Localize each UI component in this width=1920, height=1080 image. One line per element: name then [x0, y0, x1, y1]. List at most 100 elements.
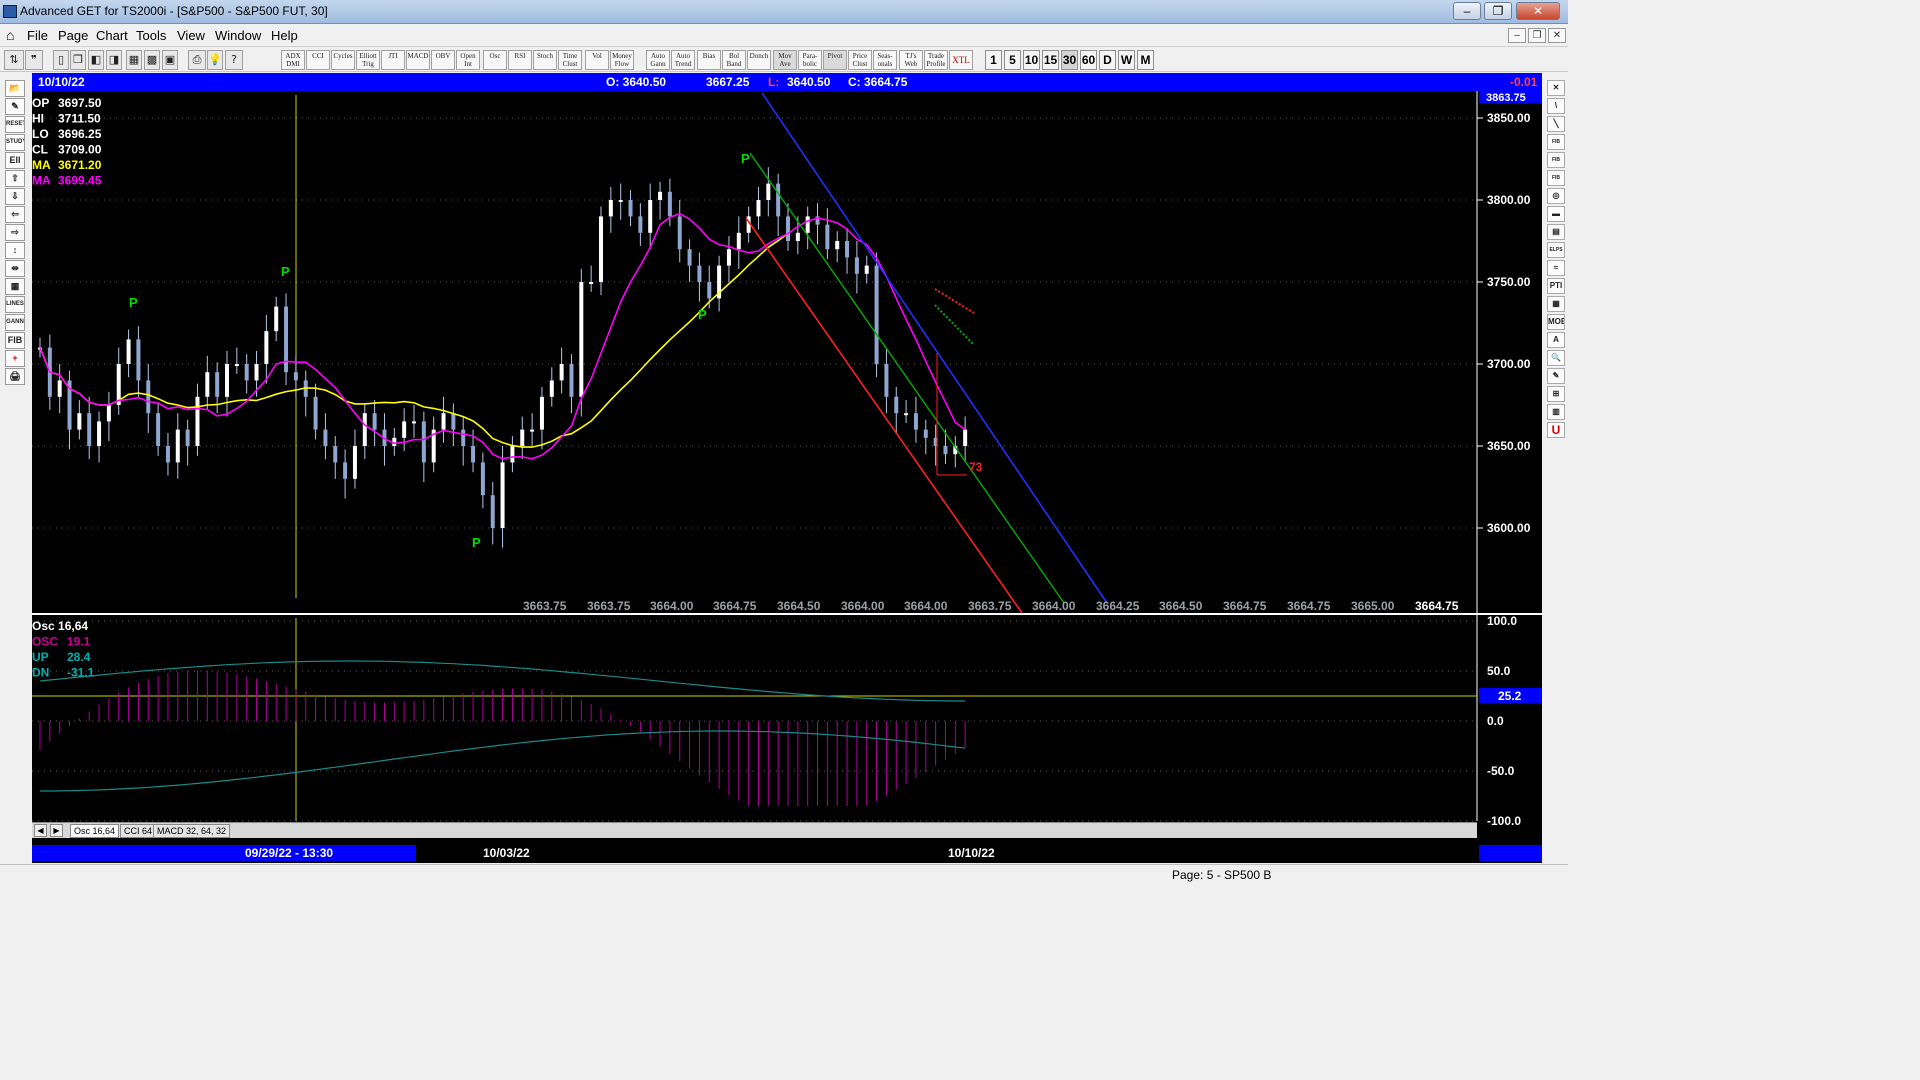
right-tool-7-icon[interactable]: ▬: [1547, 206, 1565, 222]
study-button-autogann[interactable]: Auto Gann: [646, 50, 670, 70]
right-tool-13-icon[interactable]: MOB: [1547, 314, 1565, 330]
right-tool-3-icon[interactable]: FIB RET: [1547, 134, 1565, 150]
left-tool-13-icon[interactable]: GANN: [5, 314, 25, 331]
right-tool-11-icon[interactable]: PTI: [1547, 278, 1565, 294]
study-button-jti[interactable]: JTI: [381, 50, 405, 70]
quote-tool-icon[interactable]: ❞: [25, 50, 43, 70]
timeframe-button-5[interactable]: 5: [1004, 50, 1021, 70]
left-tool-4-icon[interactable]: Ell: [5, 152, 25, 169]
timeframe-button-1[interactable]: 1: [985, 50, 1002, 70]
study-button-tjsweb[interactable]: TJ's Web: [899, 50, 923, 70]
left-tool-15-icon[interactable]: +: [5, 350, 25, 367]
minimize-button[interactable]: –: [1453, 2, 1481, 20]
timeframe-button-10[interactable]: 10: [1023, 50, 1040, 70]
left-tool-14-icon[interactable]: FIB: [5, 332, 25, 349]
study-button-donch[interactable]: Donch: [747, 50, 771, 70]
layout-icon[interactable]: ▣: [162, 50, 178, 70]
right-tool-10-icon[interactable]: ≈: [1547, 260, 1565, 276]
study-button-tradeprofile[interactable]: Trade Profile: [924, 50, 948, 70]
left-tool-8-icon[interactable]: ⇨: [5, 224, 25, 241]
study-button-timeclust[interactable]: Time Clust: [558, 50, 582, 70]
study-button-macd[interactable]: MACD: [406, 50, 430, 70]
left-tool-12-icon[interactable]: LINES: [5, 296, 25, 313]
menu-window[interactable]: Window: [215, 28, 261, 43]
timeframe-button-15[interactable]: 15: [1042, 50, 1059, 70]
menu-file[interactable]: File: [27, 28, 48, 43]
right-tool-2-icon[interactable]: ╲: [1547, 116, 1565, 132]
study-button-autotrend[interactable]: Auto Trend: [671, 50, 695, 70]
study-button-seasonals[interactable]: Seas-onals: [873, 50, 897, 70]
right-tool-6-icon[interactable]: ◎: [1547, 188, 1565, 204]
right-tool-1-icon[interactable]: \: [1547, 98, 1565, 114]
left-tool-6-icon[interactable]: ⇩: [5, 188, 25, 205]
chart-canvas[interactable]: 3850.00 3800.00 3750.00 3700.00 3650.00 3600.…: [32, 73, 1542, 863]
left-tool-9-icon[interactable]: ↕: [5, 242, 25, 259]
study-button-parabolic[interactable]: Para-bolic: [798, 50, 822, 70]
study-button-vol[interactable]: Vol: [585, 50, 609, 70]
study-button-openint[interactable]: Open Int: [456, 50, 480, 70]
study-button-obv[interactable]: OBV: [431, 50, 455, 70]
back-icon[interactable]: ◧: [88, 50, 104, 70]
left-tool-5-icon[interactable]: ⇧: [5, 170, 25, 187]
timeframe-button-w[interactable]: W: [1118, 50, 1135, 70]
study-button-stoch[interactable]: Stoch: [533, 50, 557, 70]
cursor-tool-icon[interactable]: ⇅: [4, 50, 24, 70]
left-tool-3-icon[interactable]: STUDY: [5, 134, 25, 151]
right-tool-4-icon[interactable]: FIB EXT: [1547, 152, 1565, 168]
help-bulb-icon[interactable]: 💡: [207, 50, 223, 70]
menu-help[interactable]: Help: [271, 28, 298, 43]
study-button-adxdmi[interactable]: ADX DMI: [281, 50, 305, 70]
study-button-cycles[interactable]: Cycles: [331, 50, 355, 70]
grid-icon[interactable]: ▦: [126, 50, 142, 70]
forward-icon[interactable]: ◨: [106, 50, 122, 70]
maximize-button[interactable]: ❐: [1484, 2, 1512, 20]
study-button-elliotttrig[interactable]: Elliott Trig: [356, 50, 380, 70]
timeframe-button-d[interactable]: D: [1099, 50, 1116, 70]
left-tool-7-icon[interactable]: ⇦: [5, 206, 25, 223]
tab-cci[interactable]: CCI 64: [120, 824, 157, 838]
mdi-close-button[interactable]: ✕: [1548, 28, 1566, 43]
left-tool-2-icon[interactable]: RESET: [5, 116, 25, 133]
close-button[interactable]: ✕: [1516, 2, 1560, 20]
right-tool-9-icon[interactable]: ELPS: [1547, 242, 1565, 258]
study-button-moneyflow[interactable]: Money Flow: [610, 50, 634, 70]
study-button-bias[interactable]: Bias: [697, 50, 721, 70]
timeframe-button-30[interactable]: 30: [1061, 50, 1078, 70]
tab-macd[interactable]: MACD 32, 64, 32: [153, 824, 231, 838]
study-button-cci[interactable]: CCI: [306, 50, 330, 70]
study-button-osc[interactable]: Osc: [483, 50, 507, 70]
left-tool-0-icon[interactable]: 📂: [5, 80, 25, 97]
study-button-pivot[interactable]: Pivot: [823, 50, 847, 70]
right-tool-15-icon[interactable]: 🔍: [1547, 350, 1565, 366]
study-button-bolband[interactable]: Bol Band: [722, 50, 746, 70]
mdi-restore-button[interactable]: ❐: [1528, 28, 1546, 43]
new-page-icon[interactable]: ▯: [53, 50, 69, 70]
chart-area[interactable]: 3850.00 3800.00 3750.00 3700.00 3650.00 3600.…: [32, 73, 1542, 863]
context-help-icon[interactable]: ?: [225, 50, 243, 70]
right-tool-18-icon[interactable]: ▥: [1547, 404, 1565, 420]
tab-osc[interactable]: Osc 16,64: [70, 824, 120, 838]
study-button-priceclust[interactable]: Price Clust: [848, 50, 872, 70]
left-tool-16-icon[interactable]: 🖨: [5, 368, 25, 385]
right-tool-8-icon[interactable]: ▤: [1547, 224, 1565, 240]
right-tool-12-icon[interactable]: ▦: [1547, 296, 1565, 312]
menu-view[interactable]: View: [177, 28, 205, 43]
tile-icon[interactable]: ▩: [144, 50, 160, 70]
study-button-movave[interactable]: Mov Ave: [773, 50, 797, 70]
right-tool-14-icon[interactable]: A: [1547, 332, 1565, 348]
menu-tools[interactable]: Tools: [136, 28, 166, 43]
right-tool-17-icon[interactable]: ⊞: [1547, 386, 1565, 402]
left-tool-1-icon[interactable]: ✎: [5, 98, 25, 115]
left-tool-10-icon[interactable]: ⇹: [5, 260, 25, 277]
timeframe-button-60[interactable]: 60: [1080, 50, 1097, 70]
right-tool-5-icon[interactable]: FIB TIME: [1547, 170, 1565, 186]
menu-page[interactable]: Page: [58, 28, 88, 43]
timeframe-button-m[interactable]: M: [1137, 50, 1154, 70]
menu-chart[interactable]: Chart: [96, 28, 128, 43]
print-icon[interactable]: ⎙: [188, 50, 206, 70]
right-tool-0-icon[interactable]: ✕: [1547, 80, 1565, 96]
tab-next-icon[interactable]: ▶: [50, 824, 63, 837]
right-tool-19-icon[interactable]: U: [1547, 422, 1565, 438]
app-menu-icon[interactable]: ⌂: [6, 27, 14, 43]
tab-prev-icon[interactable]: ◀: [34, 824, 47, 837]
